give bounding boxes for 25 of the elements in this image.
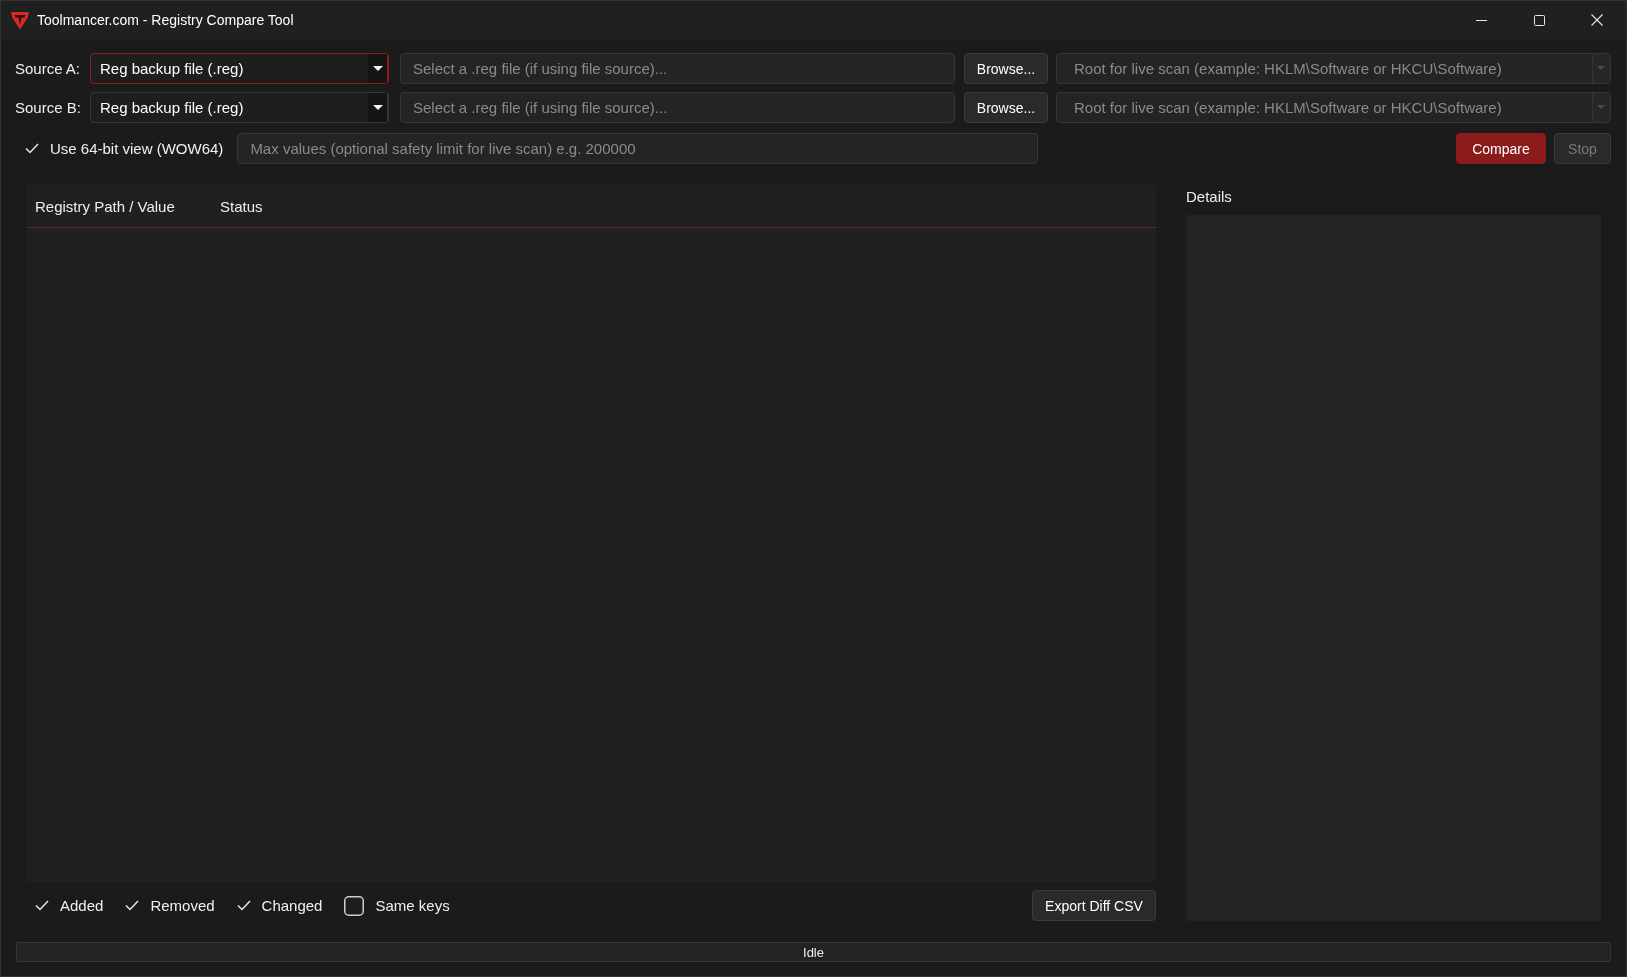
status-bar: Idle (16, 942, 1611, 962)
browse-button[interactable]: Browse... (964, 92, 1048, 123)
close-icon (1591, 14, 1603, 26)
export-csv-button[interactable]: Export Diff CSV (1032, 890, 1156, 921)
source-label: Source A: (15, 60, 82, 77)
filter-checkbox[interactable]: Removed (125, 897, 215, 914)
column-header[interactable]: Status (212, 197, 372, 215)
column-header[interactable]: Registry Path / Value (27, 197, 212, 215)
details-label: Details (1186, 186, 1233, 207)
source-type-dropdown[interactable]: Reg backup file (.reg) (90, 53, 389, 84)
max-values-field[interactable]: Max values (optional safety limit for live scan) e.g. 200000 (237, 133, 1039, 164)
filter-checkbox[interactable]: Same keys (344, 895, 450, 916)
window-title: Toolmancer.com - Registry Compare Tool (37, 12, 294, 28)
view-option-checkbox[interactable]: Use 64-bit view (WOW64) (25, 140, 224, 157)
filter-checkbox[interactable]: Changed (236, 897, 323, 914)
filter-checkbox[interactable]: Added (35, 897, 104, 914)
maximize-icon (1533, 14, 1545, 26)
compare-button[interactable]: Compare (1456, 133, 1546, 164)
source-label: Source B: (15, 99, 82, 116)
file-path-field[interactable]: Select a .reg file (if using file source)... (400, 53, 955, 84)
shield-logo-icon (10, 10, 30, 30)
source-type-dropdown[interactable]: Reg backup file (.reg) (90, 92, 389, 123)
browse-button[interactable]: Browse... (964, 53, 1048, 84)
file-path-field[interactable]: Select a .reg file (if using file source)... (400, 92, 955, 123)
minimize-icon (1475, 19, 1487, 21)
